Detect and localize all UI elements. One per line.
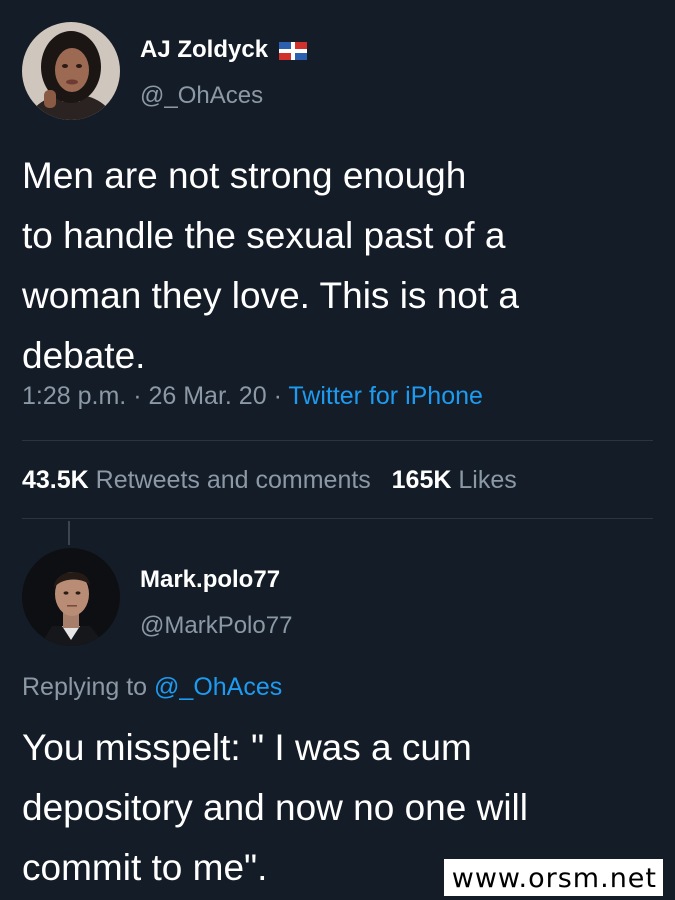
aj-zoldyck-avatar[interactable]: [22, 22, 120, 120]
watermark: www.orsm.net: [443, 859, 663, 896]
retweets-count: 43.5K: [22, 466, 89, 494]
meta-separator: ·: [133, 382, 142, 410]
likes-count: 165K: [391, 466, 452, 494]
meta-separator: ·: [273, 382, 282, 410]
retweets-label: Retweets and comments: [95, 466, 371, 494]
tweet-stats: 43.5K Retweets and comments 165K Likes: [22, 466, 517, 495]
tweet-meta: 1:28 p.m. · 26 Mar. 20 · Twitter for iPh…: [22, 382, 483, 411]
tweet-body-line: debate.: [22, 335, 146, 376]
likes-stat[interactable]: 165K Likes: [392, 466, 517, 494]
replying-label: Replying to: [22, 673, 148, 701]
screenshot-page: AJ Zoldyck @_OhAces Men are not strong e…: [0, 0, 675, 900]
tweet-time[interactable]: 1:28 p.m.: [22, 382, 126, 410]
reply-body-line: depository and now no one will: [22, 787, 528, 828]
reply-author-handle[interactable]: @MarkPolo77: [140, 612, 292, 640]
thread-connector: [68, 521, 70, 545]
mark-polo-avatar[interactable]: [22, 548, 120, 646]
tweet-body-line: to handle the sexual past of a: [22, 215, 506, 256]
tweet-body-line: woman they love. This is not a: [22, 275, 520, 316]
man-portrait-icon: [22, 548, 120, 646]
tweet-author-handle[interactable]: @_OhAces: [140, 82, 263, 110]
tweet-author-name[interactable]: AJ Zoldyck: [140, 36, 307, 64]
reply-author-name[interactable]: Mark.polo77: [140, 566, 280, 594]
likes-label: Likes: [458, 466, 517, 494]
reply-body-line: You misspelt: " I was a cum: [22, 727, 472, 768]
retweets-stat[interactable]: 43.5K Retweets and comments: [22, 466, 371, 494]
divider-top: [22, 440, 653, 441]
replying-to-line: Replying to @_OhAces: [22, 673, 282, 702]
woman-portrait-icon: [22, 22, 120, 120]
tweet-body-line: Men are not strong enough: [22, 155, 467, 196]
replying-mention-link[interactable]: @_OhAces: [154, 673, 282, 701]
divider-bottom: [22, 518, 653, 519]
tweet-body: Men are not strong enough to handle the …: [22, 146, 519, 386]
tweet-author-name-text: AJ Zoldyck: [140, 36, 269, 63]
tweet-date[interactable]: 26 Mar. 20: [148, 382, 266, 410]
dominican-flag-icon: [278, 41, 307, 60]
tweet-source-link[interactable]: Twitter for iPhone: [288, 382, 483, 410]
